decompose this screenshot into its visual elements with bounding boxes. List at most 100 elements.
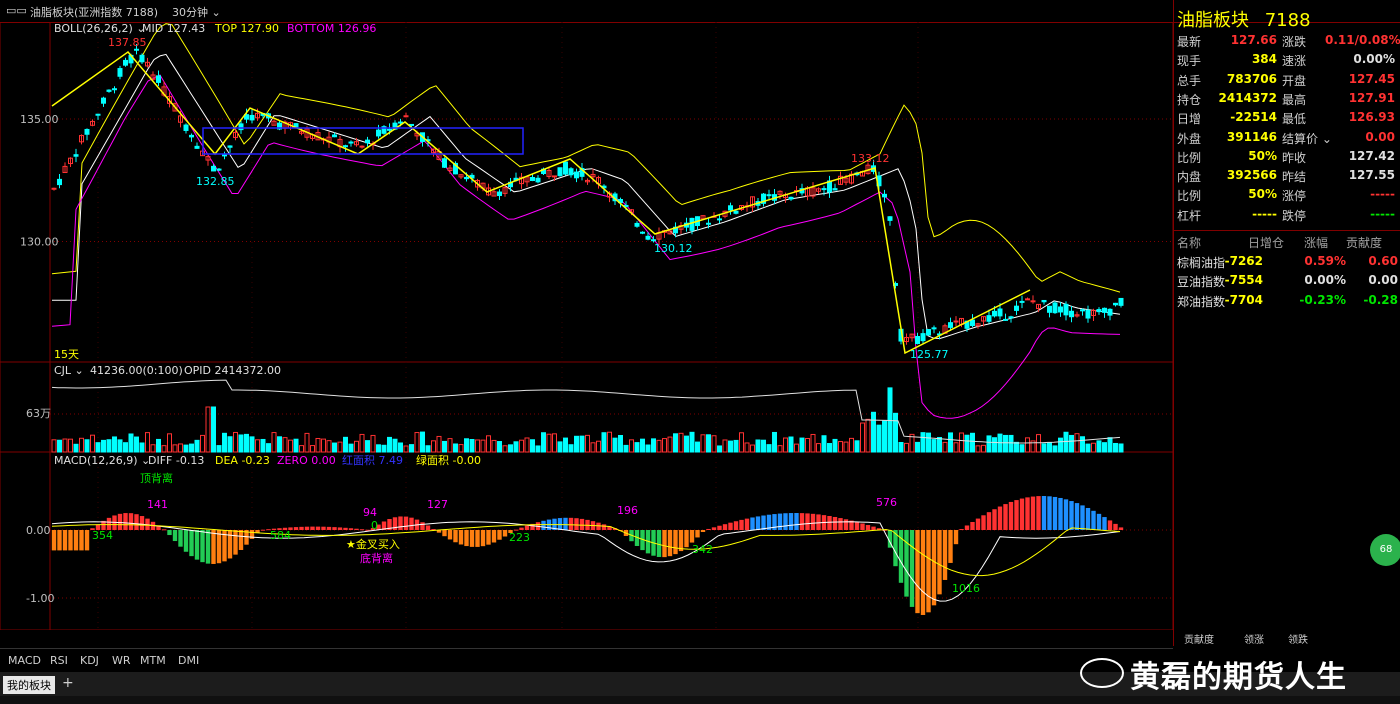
macd-bar [964, 525, 970, 530]
macd-bar [139, 516, 145, 530]
indicator-label: CJL ⌄ [54, 364, 84, 377]
macd-bar [200, 530, 205, 563]
macd-bar [178, 530, 183, 547]
macd-bar [475, 530, 480, 547]
candle [557, 167, 563, 177]
tab-my-sector[interactable]: 我的板块 [3, 676, 55, 694]
volume-bar [387, 436, 392, 453]
macd-bar [920, 530, 926, 615]
column-header[interactable]: 涨幅 [1304, 234, 1328, 251]
volume-bar [755, 439, 761, 453]
candle [1003, 318, 1008, 321]
candle [387, 128, 392, 131]
period-dropdown[interactable]: 30分钟 ⌄ [172, 4, 221, 20]
indicator-label: 41236.00(0:100) [90, 364, 183, 377]
quote-value: 392566 [1226, 168, 1277, 183]
volume-bar [717, 445, 722, 453]
volume-bar [271, 432, 277, 453]
macd-bar [871, 526, 876, 530]
macd-bar [931, 530, 937, 606]
volume-bar [343, 436, 348, 453]
macd-bar [656, 530, 662, 557]
volume-bar [370, 434, 376, 453]
candle [84, 128, 90, 135]
candle [1014, 305, 1019, 311]
volume-bar [1063, 431, 1069, 453]
tab-leading-up[interactable]: 领涨 [1244, 631, 1264, 646]
column-header[interactable]: 日增仓 [1248, 234, 1284, 251]
macd-bar [293, 527, 299, 530]
sector-contribution: 0.00 [1368, 273, 1398, 287]
candle [189, 134, 194, 138]
macd-bar [1085, 507, 1091, 530]
add-tab-button[interactable]: + [62, 675, 74, 691]
macd-bar [172, 530, 178, 542]
tab-rsi[interactable]: RSI [50, 654, 68, 667]
macd-bar [398, 516, 403, 530]
macd-bar [183, 530, 189, 552]
macd-bar [700, 530, 706, 533]
indicator-label: DEA -0.23 [215, 454, 270, 467]
candle [1041, 299, 1047, 303]
volume-bar [337, 441, 343, 453]
side-badge[interactable]: 68 [1370, 534, 1400, 566]
tab-dmi[interactable]: DMI [178, 654, 199, 667]
volume-bar [57, 439, 62, 453]
tab-mtm[interactable]: MTM [140, 654, 166, 667]
macd-bar [442, 530, 447, 537]
macd-bar [937, 530, 942, 595]
macd-bar [1107, 520, 1113, 530]
sector-contribution: -0.28 [1363, 292, 1398, 307]
volume-bar [376, 444, 381, 453]
quote-label: 涨停 [1282, 189, 1307, 204]
volume-bar [794, 443, 799, 453]
volume-bar [51, 439, 57, 453]
volume-bar [827, 443, 832, 453]
volume-bar [134, 436, 139, 453]
quote-value: 391146 [1226, 129, 1277, 144]
macd-bar [992, 509, 997, 530]
volume-bar [607, 431, 612, 453]
tab-contribution[interactable]: 贡献度 [1184, 631, 1214, 646]
tab-kdj[interactable]: KDJ [80, 654, 99, 667]
volume-bar [1074, 433, 1080, 453]
tab-macd[interactable]: MACD [8, 654, 41, 667]
volume-bar [458, 444, 464, 453]
sector-name: 郑油指数 [1177, 294, 1226, 309]
macd-bar [359, 529, 365, 531]
macd-bar [161, 529, 167, 531]
volume-bar [695, 441, 700, 453]
quote-label: 最新 [1177, 35, 1202, 49]
macd-bar [1041, 496, 1047, 530]
column-header[interactable]: 贡献度 [1346, 234, 1382, 251]
sector-row[interactable]: 郑油指数 -7704 -0.23% -0.28 [1174, 293, 1400, 312]
price-chart[interactable]: 135.00130.000.00-1.0063万06/0106/0506/070… [0, 22, 1173, 630]
macd-annotation: 354 [92, 529, 113, 542]
candle [717, 218, 722, 221]
macd-bar [73, 530, 79, 551]
macd-annotation: 顶背离 [140, 471, 173, 485]
tab-wr[interactable]: WR [112, 654, 131, 667]
volume-bar [772, 431, 777, 453]
volume-bar [728, 440, 733, 453]
candle [134, 48, 139, 51]
volume-bar [491, 439, 497, 453]
volume-bar [238, 434, 244, 453]
macd-bar [854, 522, 860, 530]
candle [766, 194, 772, 197]
column-header[interactable]: 名称 [1177, 234, 1201, 251]
window-icon[interactable]: ▭▭ [6, 4, 27, 17]
sector-row[interactable]: 豆油指数 -7554 0.00% 0.00 [1174, 273, 1400, 292]
sector-row[interactable]: 棕榈油指 -7262 0.59% 0.60 [1174, 254, 1400, 273]
macd-bar [425, 525, 431, 530]
volume-bar [139, 442, 145, 453]
volume-bar [1019, 444, 1025, 453]
volume-bar [299, 445, 304, 453]
volume-bar [392, 438, 398, 453]
macd-bar [1096, 513, 1102, 530]
macd-bar [524, 525, 530, 530]
candle [409, 123, 414, 126]
volume-bar [178, 443, 183, 453]
tab-leading-down[interactable]: 领跌 [1288, 631, 1308, 646]
macd-annotation: 1016 [952, 582, 980, 595]
